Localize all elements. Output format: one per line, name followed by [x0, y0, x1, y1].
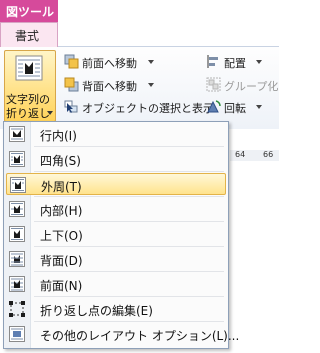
menu-item-label: 前面(N) — [40, 279, 83, 293]
chevron-down-icon — [256, 60, 262, 64]
align-label: 配置 — [224, 57, 246, 70]
menu-separator — [34, 296, 224, 297]
chevron-down-icon — [47, 111, 53, 115]
picture-tools-context-tab: 図ツール — [0, 0, 58, 22]
rotate-label: 回転 — [224, 102, 246, 115]
align-button[interactable]: 配置 — [206, 53, 276, 71]
selection-pane-icon — [64, 100, 78, 113]
send-backward-icon — [64, 77, 79, 92]
send-backward-label: 背面へ移動 — [82, 80, 137, 93]
ruler-tick: 66 — [263, 150, 274, 159]
wrap-tight-icon — [10, 177, 26, 193]
rotate-button[interactable]: 回転 — [206, 98, 276, 116]
ruler-tick: 64 — [235, 150, 246, 159]
menu-item-behind-text[interactable]: 背面(D) — [6, 248, 226, 270]
format-tab-label: 書式 — [15, 29, 40, 43]
wrap-text-label-line2: 折り返し — [6, 107, 50, 120]
menu-item-tight[interactable]: 外周(T) — [6, 173, 226, 195]
menu-separator — [34, 146, 224, 147]
chevron-down-icon — [148, 60, 154, 64]
wrap-in-line-icon — [9, 126, 25, 142]
menu-separator — [34, 246, 224, 247]
menu-item-top-bottom[interactable]: 上下(O) — [6, 223, 226, 245]
bring-forward-label: 前面へ移動 — [82, 57, 137, 70]
wrap-text-menu: 行内(I) 四角(S) 外周(T) 内部(H) 上下(O) 背面(D) 前面(N… — [3, 121, 239, 349]
menu-item-label: 行内(I) — [40, 129, 77, 143]
menu-item-square[interactable]: 四角(S) — [6, 148, 226, 170]
chevron-down-icon — [256, 105, 262, 109]
menu-item-through[interactable]: 内部(H) — [6, 198, 226, 220]
wrap-text-icon — [15, 55, 43, 81]
wrap-top-bottom-icon — [9, 226, 25, 242]
bring-forward-icon — [64, 54, 79, 69]
wrap-text-button[interactable]: 文字列の 折り返し — [4, 50, 56, 122]
wrap-square-icon — [9, 151, 25, 167]
menu-item-label: 背面(D) — [40, 254, 83, 268]
context-tab-label: 図ツール — [6, 5, 55, 19]
menu-item-label: 折り返し点の編集(E) — [40, 304, 153, 318]
menu-item-in-line[interactable]: 行内(I) — [6, 123, 226, 145]
menu-item-label: 四角(S) — [40, 154, 81, 168]
group-button[interactable]: グループ化 — [206, 76, 279, 94]
selection-pane-button[interactable]: オブジェクトの選択と表示 — [64, 98, 214, 116]
chevron-down-icon — [148, 83, 154, 87]
menu-separator — [34, 321, 224, 322]
menu-item-in-front-of-text[interactable]: 前面(N) — [6, 273, 226, 295]
menu-item-label: 上下(O) — [40, 229, 83, 243]
group-label: グループ化 — [224, 80, 279, 93]
layout-options-icon — [9, 326, 25, 342]
wrap-behind-text-icon — [9, 251, 25, 267]
bring-forward-button[interactable]: 前面へ移動 — [64, 53, 159, 71]
menu-separator — [34, 196, 224, 197]
ruler: 64 66 — [230, 150, 279, 161]
menu-separator — [34, 221, 224, 222]
format-tab[interactable]: 書式 — [0, 22, 58, 47]
group-icon — [206, 77, 221, 92]
rotate-icon — [207, 100, 221, 113]
menu-item-label: 外周(T) — [41, 180, 82, 194]
menu-item-edit-wrap-points[interactable]: 折り返し点の編集(E) — [6, 298, 226, 320]
align-icon — [207, 55, 218, 68]
menu-item-more-layout-options[interactable]: その他のレイアウト オプション(L)... — [6, 323, 239, 345]
wrap-in-front-icon — [9, 276, 25, 292]
menu-separator — [34, 171, 224, 172]
menu-item-label: 内部(H) — [40, 204, 83, 218]
edit-wrap-points-icon — [9, 301, 25, 317]
menu-separator — [34, 271, 224, 272]
wrap-through-icon — [9, 201, 25, 217]
send-backward-button[interactable]: 背面へ移動 — [64, 76, 159, 94]
selection-pane-label: オブジェクトの選択と表示 — [82, 102, 214, 115]
menu-item-label: その他のレイアウト オプション(L)... — [40, 329, 240, 343]
